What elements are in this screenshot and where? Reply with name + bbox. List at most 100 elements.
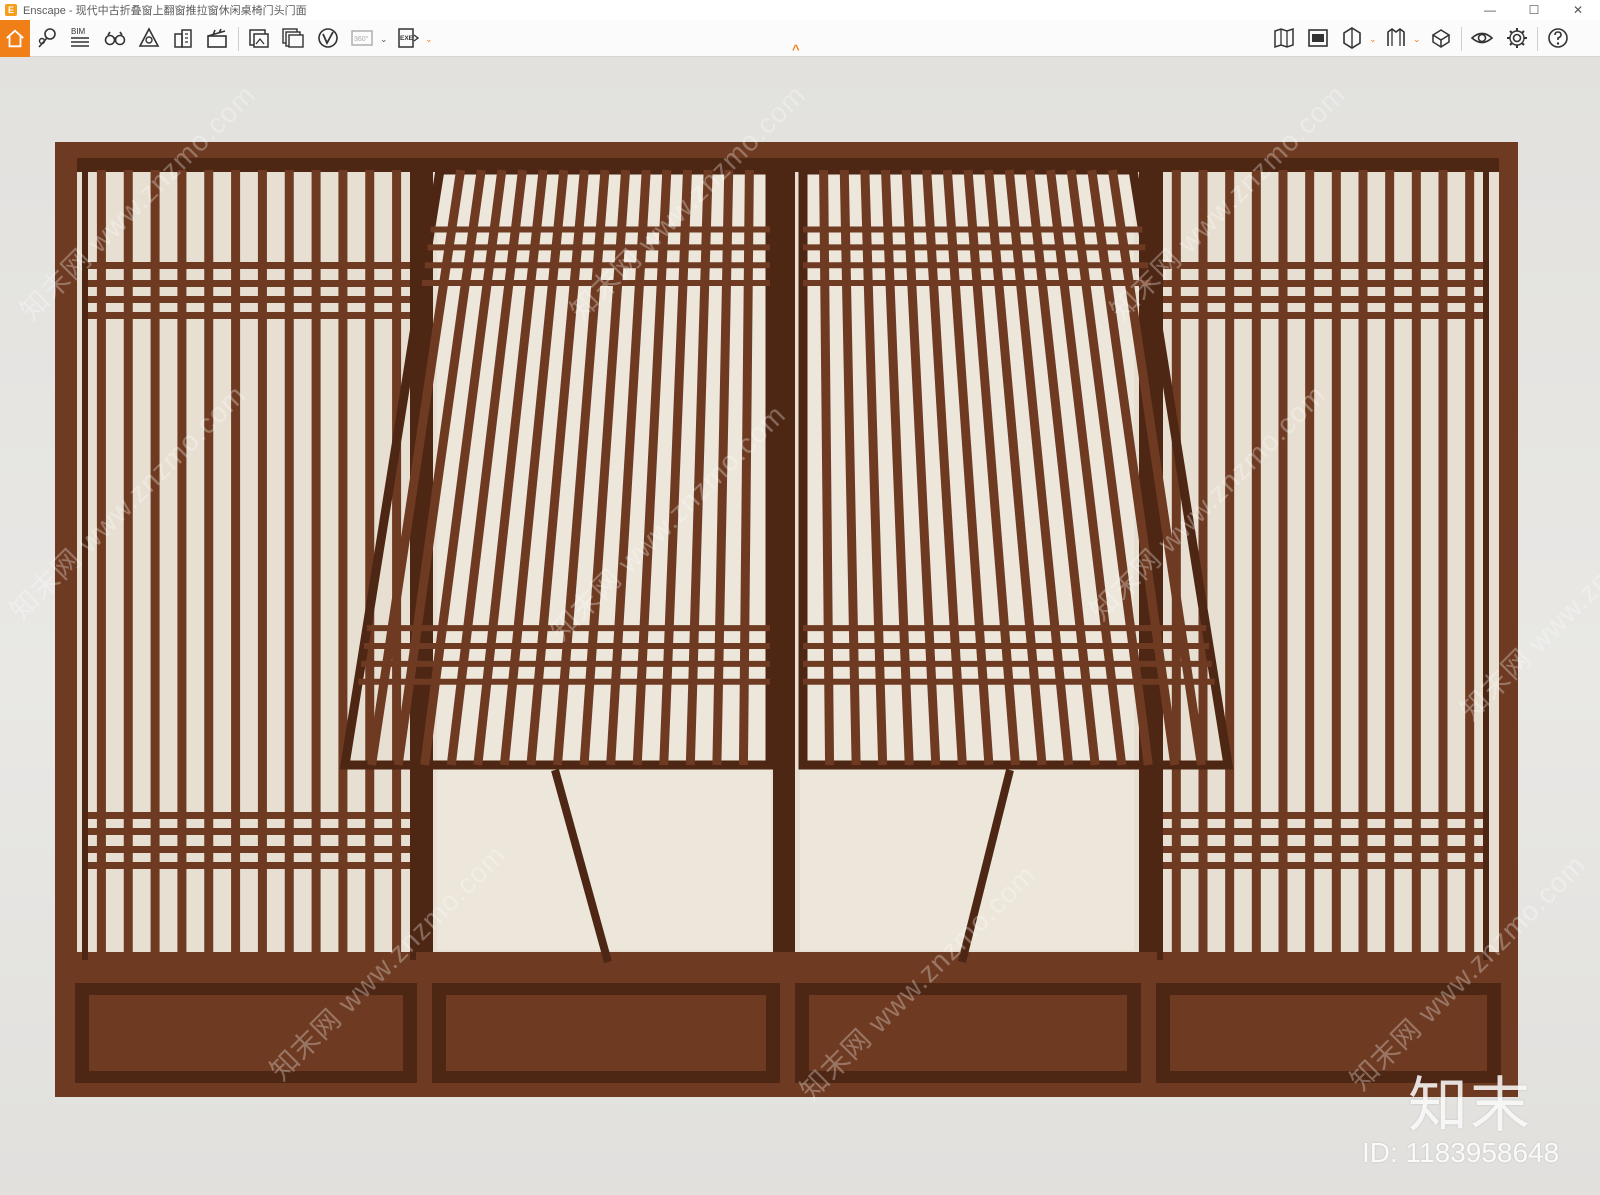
home-button[interactable] bbox=[0, 20, 30, 57]
panel-stile bbox=[410, 165, 416, 960]
export-exe-button[interactable]: EXE bbox=[394, 24, 422, 52]
asset-library-button[interactable] bbox=[1427, 24, 1455, 52]
material-editor-button[interactable] bbox=[1382, 24, 1410, 52]
clapperboard-icon bbox=[207, 28, 227, 48]
settings-gear-icon bbox=[1507, 28, 1527, 48]
bottom-rail bbox=[77, 952, 1499, 978]
vr-icon bbox=[318, 28, 338, 48]
bim-list-icon: BIM bbox=[71, 27, 89, 47]
panorama-button[interactable]: 360° bbox=[348, 24, 376, 52]
horizontal-muntin bbox=[1163, 312, 1483, 319]
visual-settings-button[interactable] bbox=[1468, 24, 1496, 52]
settings-button[interactable] bbox=[1503, 24, 1531, 52]
horizontal-muntin bbox=[1163, 812, 1483, 819]
vertical-slat bbox=[1278, 170, 1288, 955]
panorama-dropdown-caret[interactable]: ⌄ bbox=[380, 34, 388, 45]
horizontal-muntin bbox=[88, 296, 410, 303]
horizontal-muntin bbox=[88, 280, 410, 287]
horizontal-muntin bbox=[88, 846, 410, 853]
vr-button[interactable] bbox=[314, 24, 342, 52]
view-mode-dropdown-caret[interactable]: ⌄ bbox=[1369, 34, 1377, 45]
render-screenshot-icon bbox=[249, 29, 269, 48]
vertical-slat bbox=[338, 170, 348, 955]
horizontal-muntin bbox=[1163, 296, 1483, 303]
vertical-slat bbox=[1358, 170, 1368, 955]
id-watermark: ID: 1183958648 bbox=[1362, 1137, 1560, 1168]
window-controls: — ☐ ✕ bbox=[1468, 0, 1600, 20]
panel-stile bbox=[1483, 165, 1489, 960]
panorama-360-icon: 360° bbox=[351, 30, 373, 46]
vertical-slat bbox=[1225, 170, 1235, 955]
location-pins-icon bbox=[38, 28, 56, 48]
material-editor-icon bbox=[1387, 28, 1405, 46]
render-viewport[interactable]: 知末网 www.znzmo.com 知末网 www.znzmo.com 知末网 ww… bbox=[0, 57, 1600, 1195]
horizontal-muntin bbox=[88, 812, 410, 819]
horizontal-muntin bbox=[1163, 262, 1483, 269]
buildings-button[interactable] bbox=[169, 24, 197, 52]
toolbar-divider bbox=[1537, 27, 1538, 51]
vertical-slat bbox=[311, 170, 321, 955]
vertical-slat bbox=[96, 170, 106, 955]
visual-settings-eye-icon bbox=[1470, 32, 1494, 44]
material-dropdown-caret[interactable]: ⌄ bbox=[1413, 34, 1421, 45]
binoculars-icon bbox=[104, 31, 126, 46]
svg-text:360°: 360° bbox=[354, 35, 369, 43]
minimize-button[interactable]: — bbox=[1468, 0, 1512, 20]
znzmo-logo-watermark: 知末 bbox=[1408, 1071, 1532, 1141]
toolbar-divider bbox=[238, 27, 239, 51]
enscape-toolbar: BIM 360° ⌄ EXE ⌄ ^ ⌄ ⌄ bbox=[0, 20, 1600, 57]
vertical-slat bbox=[177, 170, 187, 955]
awning-slat bbox=[819, 169, 835, 766]
horizontal-muntin bbox=[88, 828, 410, 835]
svg-text:BIM: BIM bbox=[71, 27, 86, 36]
horizontal-muntin bbox=[88, 862, 410, 869]
vertical-slat bbox=[1251, 170, 1261, 955]
help-icon bbox=[1548, 28, 1568, 48]
title-bar: E Enscape - 现代中古折叠窗上翻窗推拉窗休闲桌椅门头门面 — ☐ ✕ bbox=[0, 0, 1600, 20]
buildings-icon bbox=[174, 29, 192, 48]
help-button[interactable] bbox=[1544, 24, 1572, 52]
export-dropdown-caret[interactable]: ⌄ bbox=[425, 34, 433, 45]
close-button[interactable]: ✕ bbox=[1556, 0, 1600, 20]
render-image-button[interactable] bbox=[245, 24, 273, 52]
home-icon bbox=[6, 29, 24, 47]
frame-post bbox=[773, 158, 795, 958]
export-exe-icon: EXE bbox=[398, 28, 420, 48]
vertical-slat bbox=[1465, 170, 1475, 955]
base-panel-inset bbox=[446, 995, 766, 1071]
window-title: Enscape - 现代中古折叠窗上翻窗推拉窗休闲桌椅门头门面 bbox=[23, 5, 307, 17]
vertical-slat bbox=[231, 170, 241, 955]
views-button[interactable] bbox=[33, 24, 61, 52]
vertical-slat bbox=[1411, 170, 1421, 955]
chevron-up-icon: ^ bbox=[792, 42, 800, 57]
maximize-button[interactable]: ☐ bbox=[1512, 0, 1556, 20]
vertical-slat bbox=[204, 170, 214, 955]
binoculars-button[interactable] bbox=[101, 24, 129, 52]
horizontal-muntin bbox=[1163, 828, 1483, 835]
atmosphere-button[interactable] bbox=[135, 24, 163, 52]
vertical-slat bbox=[150, 170, 160, 955]
horizontal-muntin bbox=[1163, 846, 1483, 853]
svg-text:EXE: EXE bbox=[400, 35, 414, 42]
bim-button[interactable]: BIM bbox=[66, 24, 94, 52]
horizontal-muntin bbox=[1163, 280, 1483, 287]
enscape-logo-icon: E bbox=[5, 4, 17, 16]
view-mode-button[interactable] bbox=[1338, 24, 1366, 52]
vertical-slat bbox=[1385, 170, 1395, 955]
view-mode-icon bbox=[1343, 27, 1361, 49]
uploads-icon bbox=[1308, 29, 1328, 47]
vertical-slat bbox=[257, 170, 267, 955]
vertical-slat bbox=[1305, 170, 1315, 955]
batch-render-icon bbox=[282, 28, 304, 48]
toolbar-divider bbox=[1461, 27, 1462, 51]
vertical-slat bbox=[1331, 170, 1341, 955]
atmosphere-triangle-icon bbox=[138, 27, 160, 47]
asset-library-icon bbox=[1431, 29, 1451, 48]
video-editor-button[interactable] bbox=[203, 24, 231, 52]
vertical-slat bbox=[123, 170, 133, 955]
uploads-button[interactable] bbox=[1304, 24, 1332, 52]
batch-render-button[interactable] bbox=[279, 24, 307, 52]
map-info-button[interactable] bbox=[1270, 24, 1298, 52]
collapse-toolbar-button[interactable]: ^ bbox=[792, 42, 800, 57]
vertical-slat bbox=[1438, 170, 1448, 955]
